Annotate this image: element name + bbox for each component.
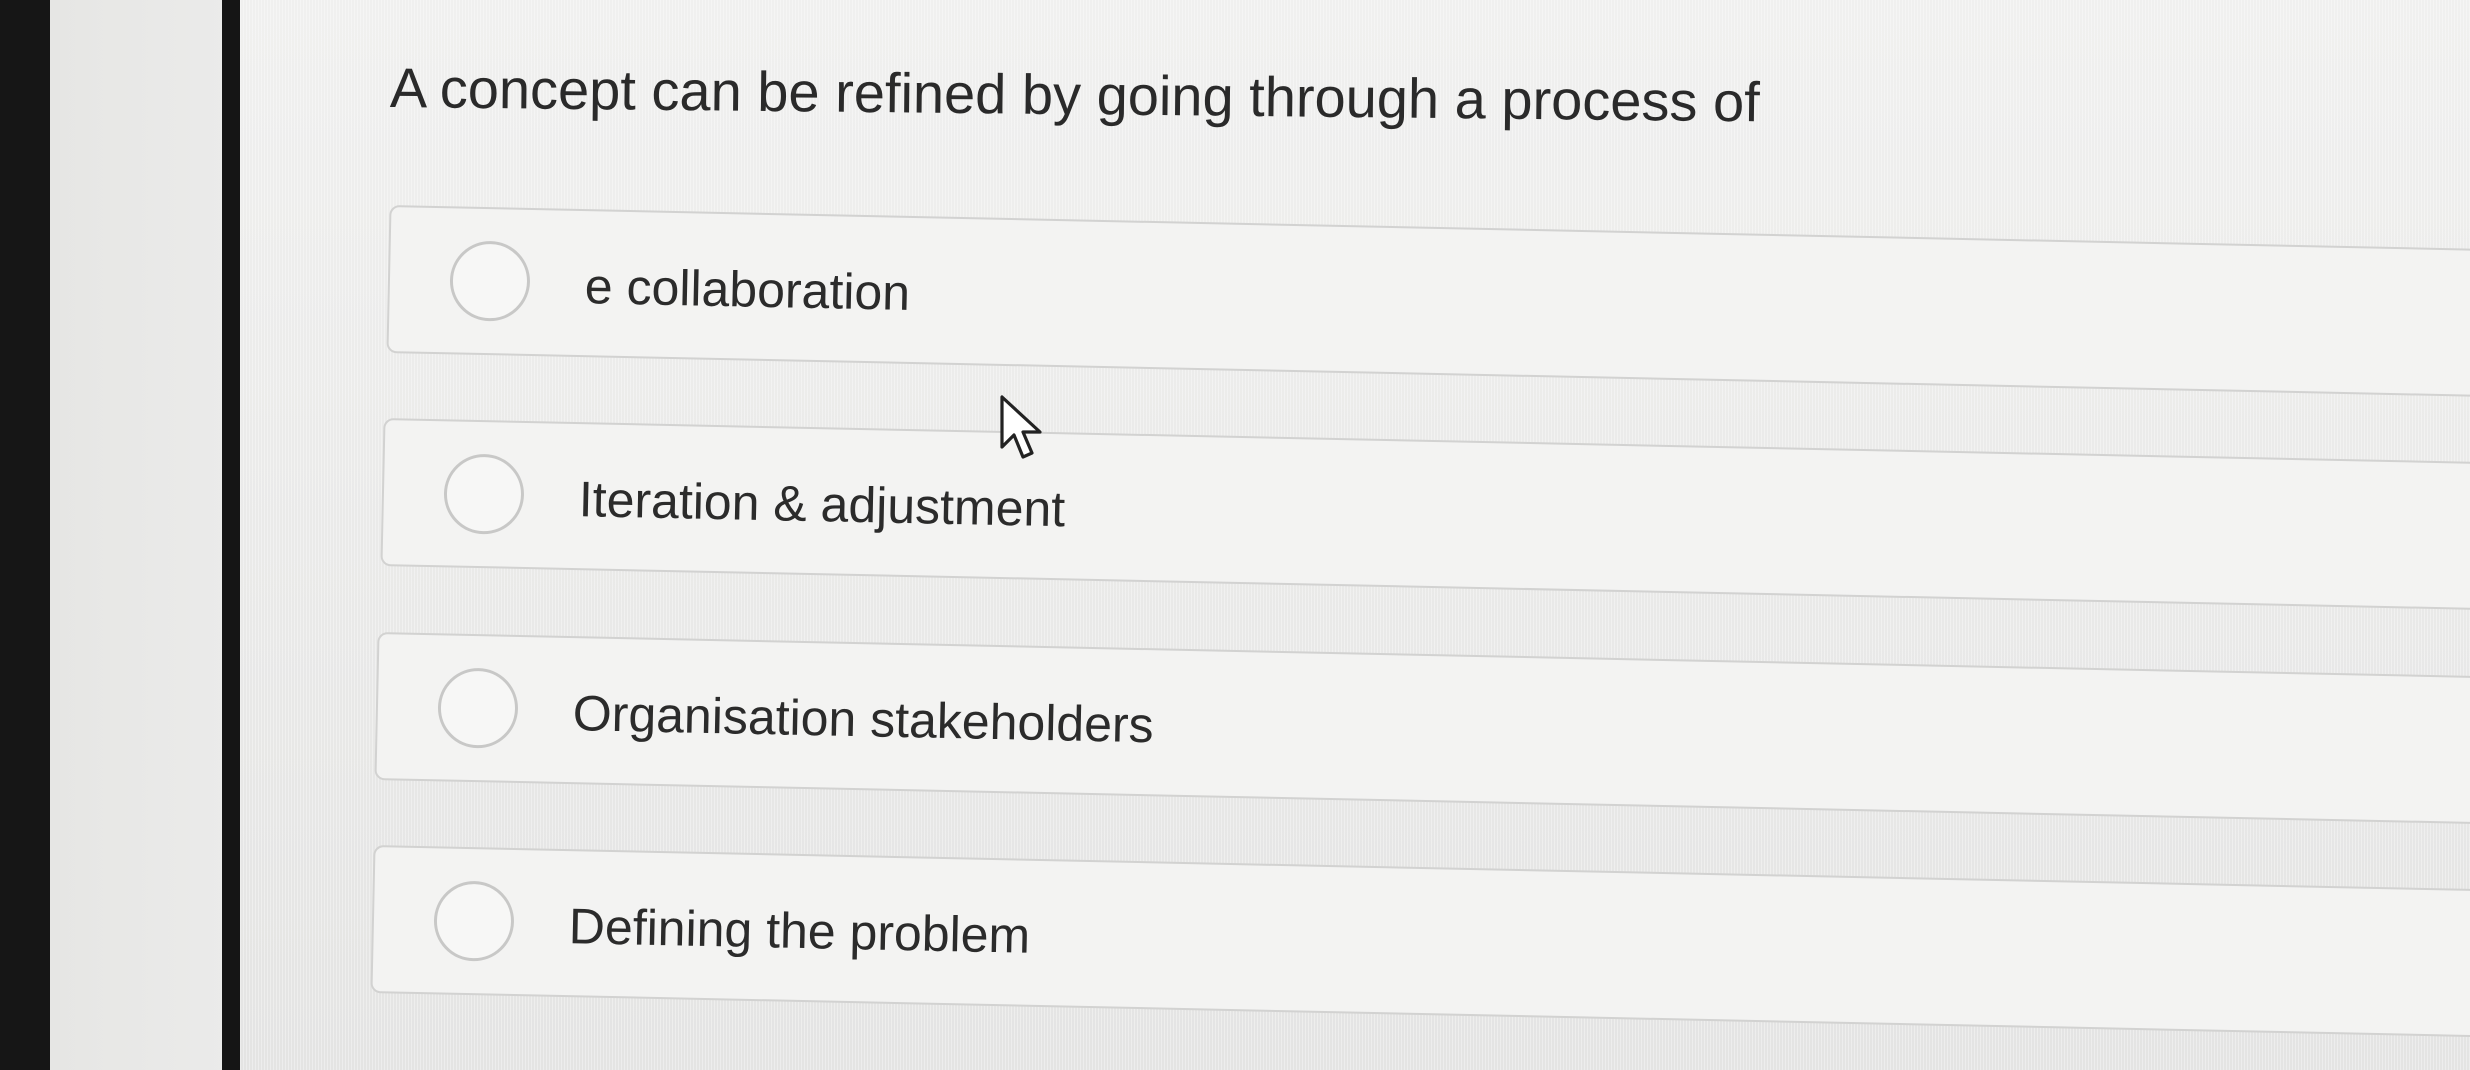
panel-divider <box>222 0 240 1070</box>
radio-button-icon[interactable] <box>443 453 525 535</box>
radio-button-icon[interactable] <box>437 667 519 749</box>
answer-option-4[interactable]: Defining the problem <box>370 845 2470 1044</box>
answer-option-3[interactable]: Organisation stakeholders <box>374 632 2470 831</box>
quiz-content: A concept can be refined by going throug… <box>240 0 2470 1070</box>
answer-option-label: Organisation stakeholders <box>572 685 1155 754</box>
question-text: A concept can be refined by going throug… <box>389 56 1761 134</box>
answer-option-label: Defining the problem <box>568 898 1031 964</box>
radio-button-icon[interactable] <box>449 240 531 322</box>
answer-option-label: e collaboration <box>584 258 911 321</box>
mouse-pointer-icon <box>1000 395 1042 459</box>
monitor-bezel <box>0 0 50 1070</box>
answer-option-1[interactable]: e collaboration <box>386 205 2470 404</box>
answer-option-label: Iteration & adjustment <box>578 471 1066 538</box>
answer-option-2[interactable]: Iteration & adjustment <box>380 418 2470 617</box>
radio-button-icon[interactable] <box>433 880 515 962</box>
left-panel <box>50 0 230 1070</box>
